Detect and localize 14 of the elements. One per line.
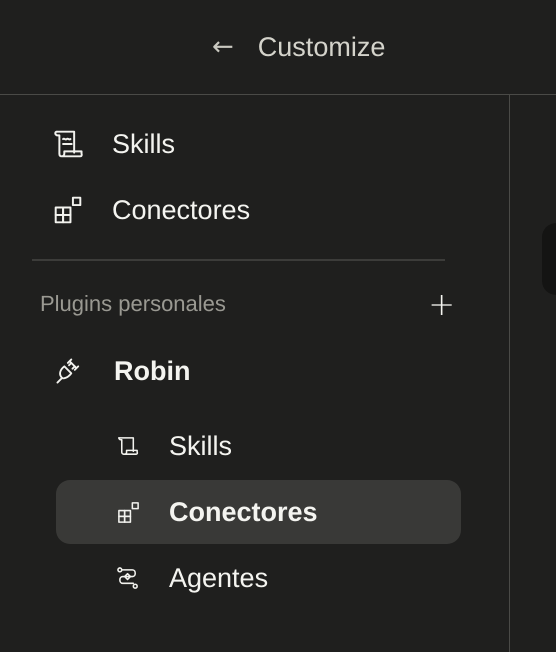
agents-icon bbox=[116, 566, 141, 590]
sidebar-item[interactable]: Conectores bbox=[56, 480, 461, 544]
sidebar-item[interactable]: Conectores bbox=[32, 177, 477, 243]
back-button[interactable]: ← bbox=[208, 32, 238, 62]
blocks-icon bbox=[52, 194, 84, 226]
sidebar-item[interactable]: Agentes bbox=[56, 546, 461, 610]
sidebar-item[interactable]: Skills bbox=[32, 111, 477, 177]
add-button[interactable]: + bbox=[424, 285, 459, 323]
page-title: Customize bbox=[258, 32, 386, 62]
blocks-icon bbox=[116, 500, 141, 524]
sidebar-item[interactable]: Skills bbox=[56, 414, 461, 478]
plugin-item[interactable]: Robin bbox=[32, 329, 477, 413]
section-title: Plugins personales bbox=[40, 291, 226, 317]
scroll-icon bbox=[52, 128, 84, 160]
